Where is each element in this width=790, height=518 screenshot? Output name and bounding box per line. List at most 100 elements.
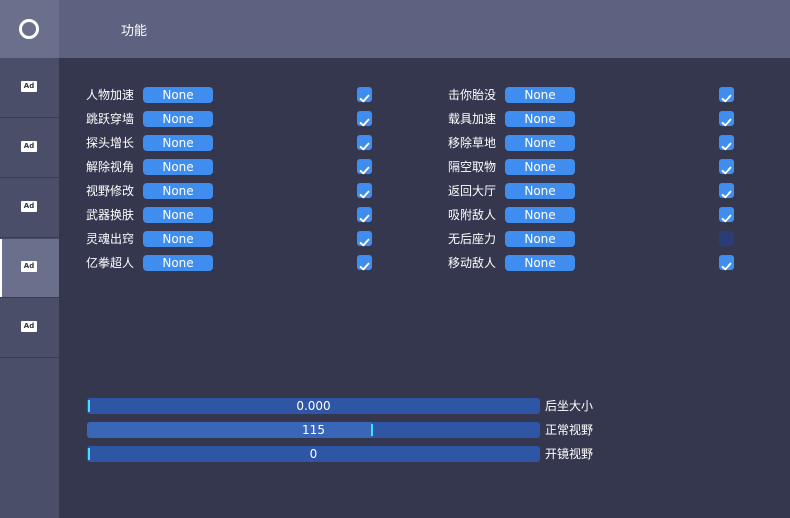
sidebar-item-4[interactable]: Ad [0, 239, 59, 298]
slider-track[interactable]: 0.000 [87, 398, 540, 414]
page-title: 功能 [121, 24, 148, 39]
ad-icon: Ad [21, 81, 37, 92]
feature-checkbox[interactable] [719, 231, 734, 246]
checkmark-icon [359, 209, 370, 228]
feature-label: 移动敌人 [448, 256, 497, 270]
feature-label: 跳跃穿墙 [86, 112, 135, 126]
slider-row: 0.000 后坐大小 [59, 398, 790, 414]
feature-row: 移动敌人 None [448, 254, 748, 272]
slider-track[interactable]: 115 [87, 422, 540, 438]
feature-checkbox[interactable] [357, 207, 372, 223]
feature-label: 人物加速 [86, 88, 135, 102]
feature-row: 无后座力 None [448, 230, 748, 248]
sidebar-item-5[interactable]: Ad [0, 299, 59, 358]
slider-value: 0.000 [296, 399, 331, 413]
ad-icon: Ad [21, 141, 37, 152]
keybind-button[interactable]: None [143, 111, 213, 127]
feature-checkbox[interactable] [719, 111, 734, 127]
checkmark-icon [359, 185, 370, 204]
feature-row: 击你胎没 None [448, 86, 748, 104]
keybind-button[interactable]: None [143, 207, 213, 223]
top-bar: 功能 [59, 0, 790, 58]
checkmark-icon [359, 113, 370, 132]
sidebar: Ad Ad Ad Ad Ad [0, 0, 59, 518]
checkmark-icon [721, 137, 732, 156]
feature-label: 探头增长 [86, 136, 135, 150]
feature-row: 灵魂出窍 None [86, 230, 386, 248]
checkmark-icon [721, 257, 732, 276]
feature-checkbox[interactable] [357, 135, 372, 151]
checkmark-icon [359, 161, 370, 180]
feature-checkbox[interactable] [357, 159, 372, 175]
ad-icon: Ad [21, 321, 37, 332]
keybind-button[interactable]: None [143, 159, 213, 175]
keybind-button[interactable]: None [143, 135, 213, 151]
sidebar-item-1[interactable]: Ad [0, 59, 59, 118]
slider-row: 0 开镜视野 [59, 446, 790, 462]
feature-row: 跳跃穿墙 None [86, 110, 386, 128]
ad-icon: Ad [21, 261, 37, 272]
feature-checkbox[interactable] [719, 87, 734, 103]
checkmark-icon [721, 185, 732, 204]
slider-track[interactable]: 0 [87, 446, 540, 462]
keybind-button[interactable]: None [505, 111, 575, 127]
feature-label: 移除草地 [448, 136, 497, 150]
checkmark-icon [359, 233, 370, 252]
keybind-button[interactable]: None [505, 183, 575, 199]
feature-row: 隔空取物 None [448, 158, 748, 176]
checkmark-icon [721, 161, 732, 180]
slider-value: 115 [302, 423, 325, 437]
feature-checkbox[interactable] [357, 183, 372, 199]
feature-panel: 人物加速 None 跳跃穿墙 None 探头增长 None 解除视角 None 视野修改 None… [59, 58, 790, 518]
checkmark-icon [359, 89, 370, 108]
feature-checkbox[interactable] [357, 111, 372, 127]
keybind-button[interactable]: None [505, 135, 575, 151]
feature-checkbox[interactable] [357, 255, 372, 271]
feature-label: 武器换肤 [86, 208, 135, 222]
keybind-button[interactable]: None [505, 159, 575, 175]
feature-checkbox[interactable] [719, 183, 734, 199]
feature-checkbox[interactable] [719, 207, 734, 223]
keybind-button[interactable]: None [143, 87, 213, 103]
checkmark-icon [721, 209, 732, 228]
keybind-button[interactable]: None [143, 183, 213, 199]
feature-row: 亿拳超人 None [86, 254, 386, 272]
feature-row: 返回大厅 None [448, 182, 748, 200]
slider-label: 后坐大小 [545, 399, 594, 413]
checkmark-icon [359, 257, 370, 276]
keybind-button[interactable]: None [505, 207, 575, 223]
feature-label: 击你胎没 [448, 88, 497, 102]
feature-row: 视野修改 None [86, 182, 386, 200]
sidebar-item-3[interactable]: Ad [0, 179, 59, 238]
feature-label: 隔空取物 [448, 160, 497, 174]
feature-label: 灵魂出窍 [86, 232, 135, 246]
feature-checkbox[interactable] [357, 231, 372, 247]
feature-checkbox[interactable] [719, 159, 734, 175]
keybind-button[interactable]: None [505, 231, 575, 247]
feature-row: 探头增长 None [86, 134, 386, 152]
feature-checkbox[interactable] [357, 87, 372, 103]
checkmark-icon [359, 137, 370, 156]
feature-label: 吸附敌人 [448, 208, 497, 222]
keybind-button[interactable]: None [143, 255, 213, 271]
feature-row: 解除视角 None [86, 158, 386, 176]
feature-checkbox[interactable] [719, 255, 734, 271]
feature-row: 载具加速 None [448, 110, 748, 128]
feature-row: 武器换肤 None [86, 206, 386, 224]
slider-label: 开镜视野 [545, 447, 594, 461]
keybind-button[interactable]: None [505, 87, 575, 103]
slider-label: 正常视野 [545, 423, 594, 437]
feature-label: 解除视角 [86, 160, 135, 174]
feature-row: 人物加速 None [86, 86, 386, 104]
keybind-button[interactable]: None [505, 255, 575, 271]
logo-cell[interactable] [0, 0, 59, 58]
feature-label: 无后座力 [448, 232, 497, 246]
checkmark-icon [721, 89, 732, 108]
sidebar-item-2[interactable]: Ad [0, 119, 59, 178]
slider-value: 0 [309, 447, 318, 461]
feature-checkbox[interactable] [719, 135, 734, 151]
feature-label: 返回大厅 [448, 184, 497, 198]
keybind-button[interactable]: None [143, 231, 213, 247]
slider-row: 115 正常视野 [59, 422, 790, 438]
feature-row: 移除草地 None [448, 134, 748, 152]
